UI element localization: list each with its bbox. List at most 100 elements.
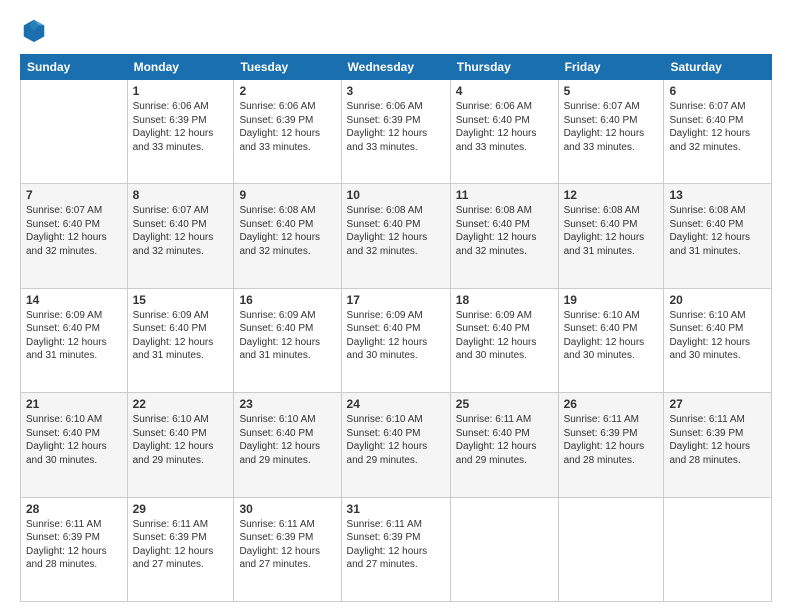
day-number: 22 <box>133 397 229 411</box>
calendar-cell <box>664 497 772 601</box>
calendar-cell: 29 Sunrise: 6:11 AM Sunset: 6:39 PM Dayli… <box>127 497 234 601</box>
day-number: 12 <box>564 188 659 202</box>
day-info: Sunrise: 6:07 AM Sunset: 6:40 PM Dayligh… <box>133 204 229 258</box>
day-info: Sunrise: 6:11 AM Sunset: 6:39 PM Dayligh… <box>133 518 229 572</box>
day-number: 17 <box>347 293 445 307</box>
calendar-cell: 18 Sunrise: 6:09 AM Sunset: 6:40 PM Dayli… <box>450 288 558 392</box>
day-info: Sunrise: 6:06 AM Sunset: 6:39 PM Dayligh… <box>133 100 229 154</box>
weekday-header-thursday: Thursday <box>450 55 558 80</box>
calendar-week-row: 21 Sunrise: 6:10 AM Sunset: 6:40 PM Dayli… <box>21 393 772 497</box>
header <box>20 16 772 44</box>
day-info: Sunrise: 6:09 AM Sunset: 6:40 PM Dayligh… <box>26 309 122 363</box>
day-info: Sunrise: 6:08 AM Sunset: 6:40 PM Dayligh… <box>669 204 766 258</box>
day-number: 3 <box>347 84 445 98</box>
day-info: Sunrise: 6:10 AM Sunset: 6:40 PM Dayligh… <box>564 309 659 363</box>
calendar-cell: 12 Sunrise: 6:08 AM Sunset: 6:40 PM Dayli… <box>558 184 664 288</box>
page: SundayMondayTuesdayWednesdayThursdayFrid… <box>0 0 792 612</box>
day-info: Sunrise: 6:11 AM Sunset: 6:40 PM Dayligh… <box>456 413 553 467</box>
calendar-cell: 21 Sunrise: 6:10 AM Sunset: 6:40 PM Dayli… <box>21 393 128 497</box>
calendar-cell: 16 Sunrise: 6:09 AM Sunset: 6:40 PM Dayli… <box>234 288 341 392</box>
day-number: 8 <box>133 188 229 202</box>
calendar-week-row: 7 Sunrise: 6:07 AM Sunset: 6:40 PM Daylig… <box>21 184 772 288</box>
calendar-week-row: 28 Sunrise: 6:11 AM Sunset: 6:39 PM Dayli… <box>21 497 772 601</box>
weekday-header-monday: Monday <box>127 55 234 80</box>
calendar-cell: 6 Sunrise: 6:07 AM Sunset: 6:40 PM Daylig… <box>664 80 772 184</box>
calendar-cell: 10 Sunrise: 6:08 AM Sunset: 6:40 PM Dayli… <box>341 184 450 288</box>
day-number: 27 <box>669 397 766 411</box>
day-info: Sunrise: 6:11 AM Sunset: 6:39 PM Dayligh… <box>26 518 122 572</box>
day-info: Sunrise: 6:06 AM Sunset: 6:39 PM Dayligh… <box>347 100 445 154</box>
day-info: Sunrise: 6:10 AM Sunset: 6:40 PM Dayligh… <box>133 413 229 467</box>
day-info: Sunrise: 6:08 AM Sunset: 6:40 PM Dayligh… <box>564 204 659 258</box>
calendar-cell: 24Sunrise: 6:10 AM Sunset: 6:40 PM Dayli… <box>341 393 450 497</box>
calendar-cell: 26 Sunrise: 6:11 AM Sunset: 6:39 PM Dayli… <box>558 393 664 497</box>
calendar-cell: 28 Sunrise: 6:11 AM Sunset: 6:39 PM Dayli… <box>21 497 128 601</box>
calendar-cell: 5Sunrise: 6:07 AM Sunset: 6:40 PM Daylig… <box>558 80 664 184</box>
day-info: Sunrise: 6:09 AM Sunset: 6:40 PM Dayligh… <box>133 309 229 363</box>
weekday-header-wednesday: Wednesday <box>341 55 450 80</box>
weekday-header-sunday: Sunday <box>21 55 128 80</box>
day-number: 15 <box>133 293 229 307</box>
calendar-cell: 4Sunrise: 6:06 AM Sunset: 6:40 PM Daylig… <box>450 80 558 184</box>
calendar-cell <box>558 497 664 601</box>
day-info: Sunrise: 6:07 AM Sunset: 6:40 PM Dayligh… <box>669 100 766 154</box>
calendar-cell: 13 Sunrise: 6:08 AM Sunset: 6:40 PM Dayli… <box>664 184 772 288</box>
calendar-cell: 30Sunrise: 6:11 AM Sunset: 6:39 PM Dayli… <box>234 497 341 601</box>
day-number: 21 <box>26 397 122 411</box>
day-info: Sunrise: 6:07 AM Sunset: 6:40 PM Dayligh… <box>26 204 122 258</box>
day-number: 30 <box>239 502 335 516</box>
day-number: 29 <box>133 502 229 516</box>
day-info: Sunrise: 6:08 AM Sunset: 6:40 PM Dayligh… <box>456 204 553 258</box>
calendar-cell: 8 Sunrise: 6:07 AM Sunset: 6:40 PM Daylig… <box>127 184 234 288</box>
logo <box>20 16 50 44</box>
day-number: 2 <box>239 84 335 98</box>
calendar-cell: 23Sunrise: 6:10 AM Sunset: 6:40 PM Dayli… <box>234 393 341 497</box>
day-info: Sunrise: 6:09 AM Sunset: 6:40 PM Dayligh… <box>347 309 445 363</box>
day-number: 19 <box>564 293 659 307</box>
day-info: Sunrise: 6:09 AM Sunset: 6:40 PM Dayligh… <box>456 309 553 363</box>
calendar-cell: 9 Sunrise: 6:08 AM Sunset: 6:40 PM Daylig… <box>234 184 341 288</box>
calendar-cell: 1 Sunrise: 6:06 AM Sunset: 6:39 PM Daylig… <box>127 80 234 184</box>
day-number: 16 <box>239 293 335 307</box>
day-number: 11 <box>456 188 553 202</box>
calendar-table: SundayMondayTuesdayWednesdayThursdayFrid… <box>20 54 772 602</box>
day-number: 7 <box>26 188 122 202</box>
day-number: 28 <box>26 502 122 516</box>
calendar-cell: 20Sunrise: 6:10 AM Sunset: 6:40 PM Dayli… <box>664 288 772 392</box>
day-info: Sunrise: 6:11 AM Sunset: 6:39 PM Dayligh… <box>564 413 659 467</box>
calendar-cell: 25Sunrise: 6:11 AM Sunset: 6:40 PM Dayli… <box>450 393 558 497</box>
calendar-cell: 27 Sunrise: 6:11 AM Sunset: 6:39 PM Dayli… <box>664 393 772 497</box>
day-number: 13 <box>669 188 766 202</box>
calendar-cell: 2 Sunrise: 6:06 AM Sunset: 6:39 PM Daylig… <box>234 80 341 184</box>
day-number: 1 <box>133 84 229 98</box>
calendar-cell: 15 Sunrise: 6:09 AM Sunset: 6:40 PM Dayli… <box>127 288 234 392</box>
calendar-cell: 3 Sunrise: 6:06 AM Sunset: 6:39 PM Daylig… <box>341 80 450 184</box>
calendar-week-row: 1 Sunrise: 6:06 AM Sunset: 6:39 PM Daylig… <box>21 80 772 184</box>
day-info: Sunrise: 6:09 AM Sunset: 6:40 PM Dayligh… <box>239 309 335 363</box>
day-number: 6 <box>669 84 766 98</box>
calendar-header-row: SundayMondayTuesdayWednesdayThursdayFrid… <box>21 55 772 80</box>
day-number: 23 <box>239 397 335 411</box>
day-info: Sunrise: 6:11 AM Sunset: 6:39 PM Dayligh… <box>347 518 445 572</box>
calendar-week-row: 14 Sunrise: 6:09 AM Sunset: 6:40 PM Dayli… <box>21 288 772 392</box>
day-number: 5 <box>564 84 659 98</box>
logo-icon <box>20 16 48 44</box>
day-info: Sunrise: 6:06 AM Sunset: 6:40 PM Dayligh… <box>456 100 553 154</box>
calendar-cell: 11 Sunrise: 6:08 AM Sunset: 6:40 PM Dayli… <box>450 184 558 288</box>
calendar-cell: 22 Sunrise: 6:10 AM Sunset: 6:40 PM Dayli… <box>127 393 234 497</box>
day-info: Sunrise: 6:08 AM Sunset: 6:40 PM Dayligh… <box>239 204 335 258</box>
calendar-cell: 31Sunrise: 6:11 AM Sunset: 6:39 PM Dayli… <box>341 497 450 601</box>
calendar-cell: 19 Sunrise: 6:10 AM Sunset: 6:40 PM Dayli… <box>558 288 664 392</box>
day-info: Sunrise: 6:08 AM Sunset: 6:40 PM Dayligh… <box>347 204 445 258</box>
day-info: Sunrise: 6:10 AM Sunset: 6:40 PM Dayligh… <box>347 413 445 467</box>
day-number: 20 <box>669 293 766 307</box>
day-info: Sunrise: 6:11 AM Sunset: 6:39 PM Dayligh… <box>669 413 766 467</box>
day-number: 10 <box>347 188 445 202</box>
calendar-cell <box>450 497 558 601</box>
day-number: 26 <box>564 397 659 411</box>
day-number: 14 <box>26 293 122 307</box>
day-info: Sunrise: 6:06 AM Sunset: 6:39 PM Dayligh… <box>239 100 335 154</box>
day-info: Sunrise: 6:10 AM Sunset: 6:40 PM Dayligh… <box>26 413 122 467</box>
day-number: 9 <box>239 188 335 202</box>
day-number: 18 <box>456 293 553 307</box>
